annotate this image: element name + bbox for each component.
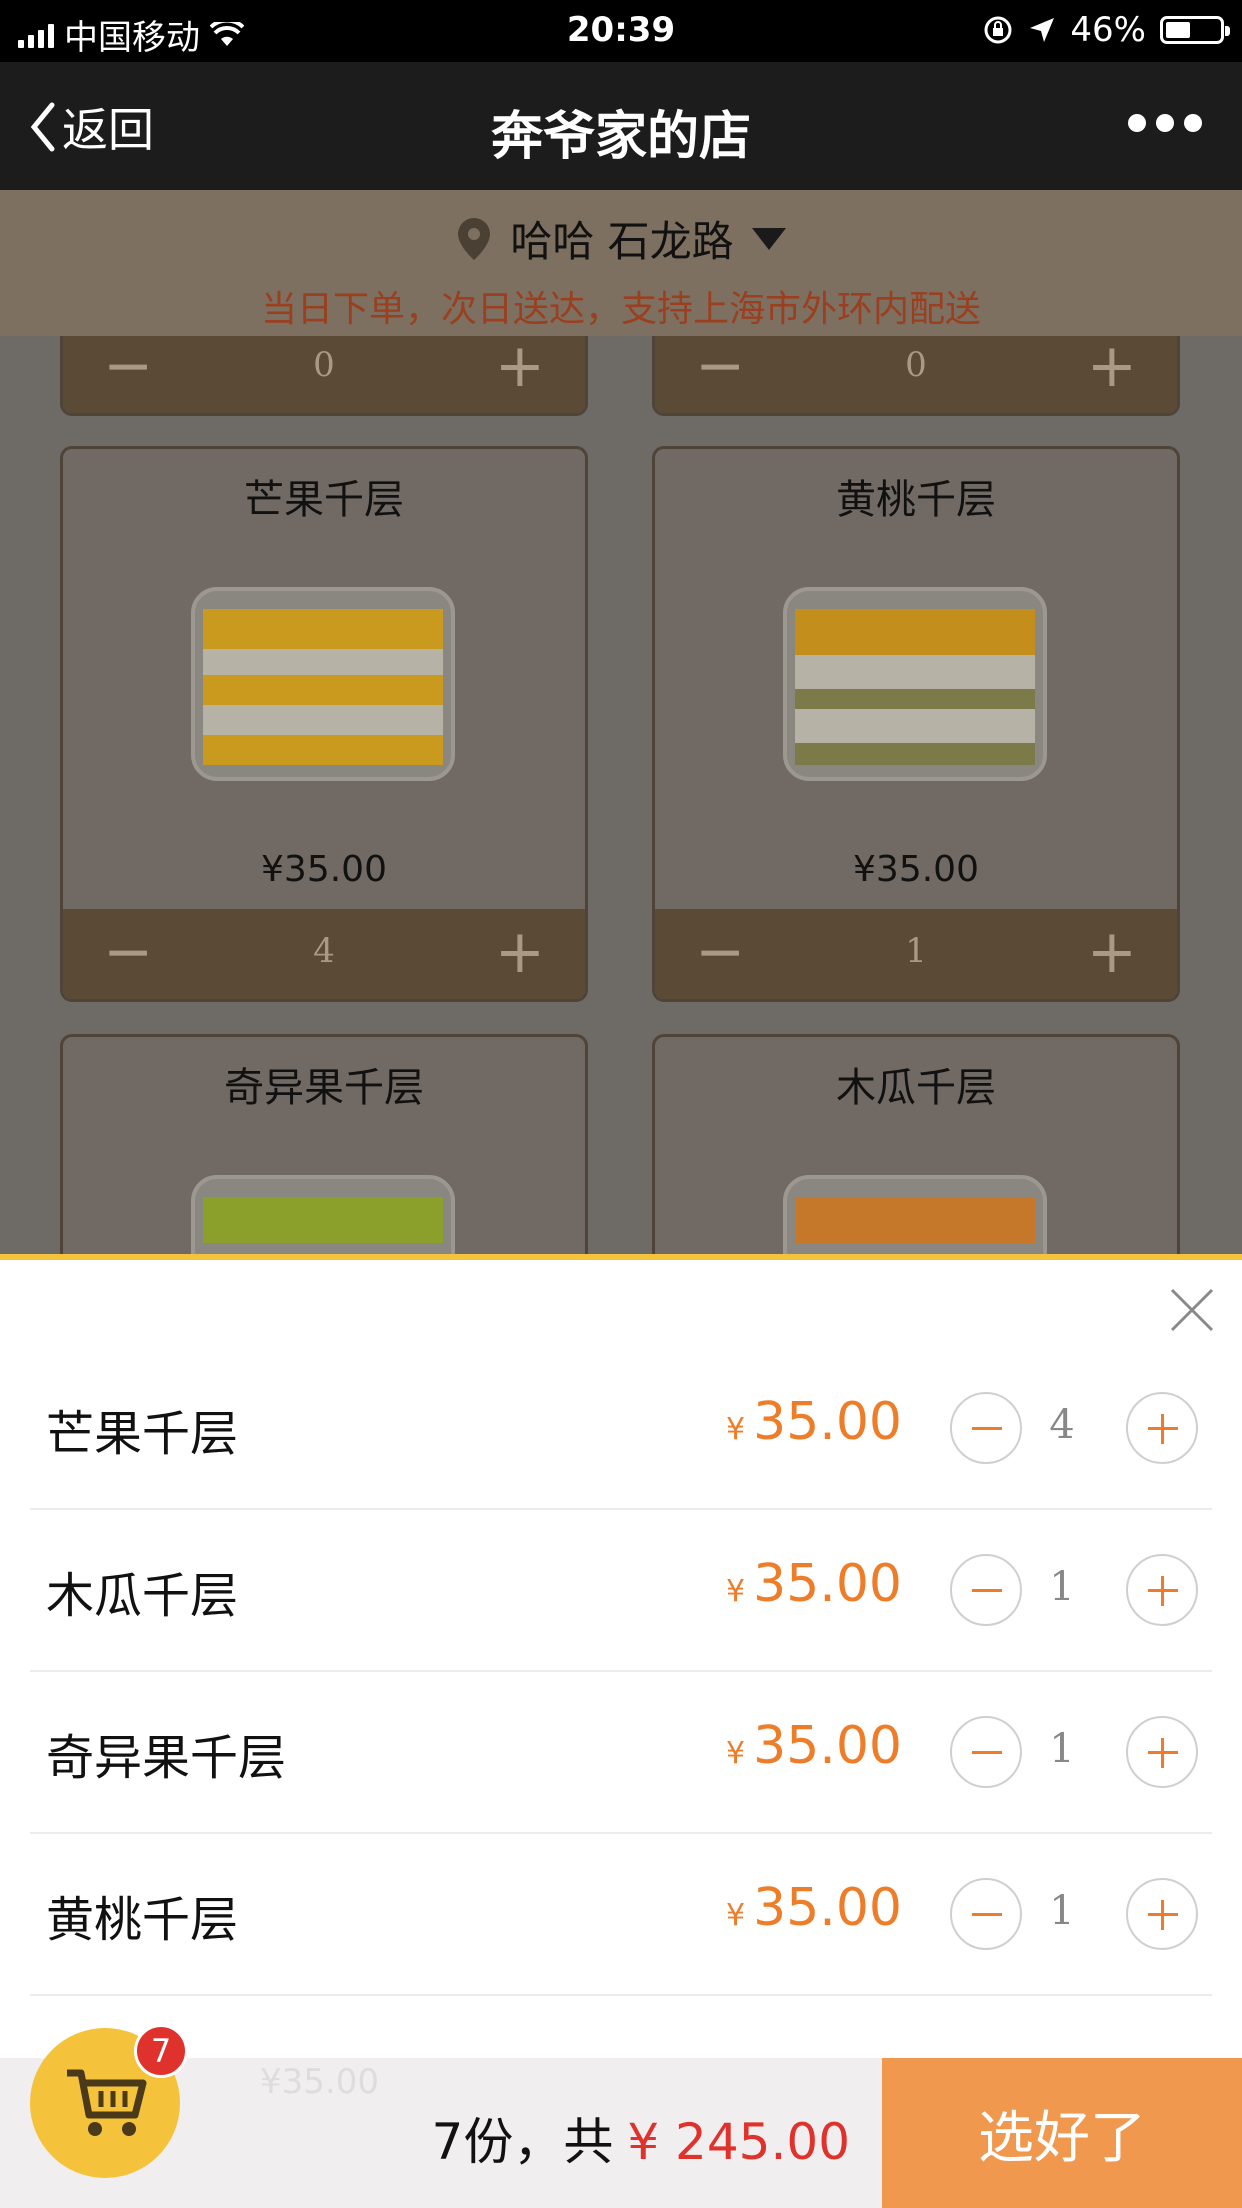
cart-item-price: ¥35.00 <box>726 1716 902 1776</box>
plus-icon-vertical <box>1161 1900 1164 1930</box>
increment-button[interactable] <box>1126 1392 1198 1464</box>
minus-icon <box>972 1913 1002 1916</box>
delivery-notice: 当日下单，次日送达，支持上海市外环内配送 <box>260 289 981 330</box>
decrement-button[interactable] <box>950 1392 1022 1464</box>
decrement-button[interactable] <box>950 1878 1022 1950</box>
cart-item: 黄桃千层 ¥35.00 1 <box>30 1832 1212 1996</box>
status-bar: 中国移动 20:39 46% <box>0 0 1242 62</box>
product-card-kiwi[interactable]: 奇异果千层 <box>60 1034 588 1260</box>
cart-item-qty: 1 <box>1049 1888 1075 1934</box>
product-name: 黄桃千层 <box>836 477 996 523</box>
cart-item: 木瓜千层 ¥35.00 1 <box>30 1508 1212 1672</box>
minus-icon <box>972 1589 1002 1592</box>
cart-item-price: ¥35.00 <box>726 1554 902 1614</box>
cart-item: 芒果千层 ¥35.00 4 <box>30 1346 1212 1510</box>
more-dot-icon <box>1184 114 1202 132</box>
caret-down-icon <box>751 227 786 250</box>
battery-level <box>1166 22 1190 38</box>
plus-icon-vertical <box>1161 1576 1164 1606</box>
cart-item-qty: 1 <box>1049 1726 1075 1772</box>
plus-icon-vertical <box>1161 1414 1164 1444</box>
yen-symbol: ¥ <box>726 1412 746 1447</box>
map-pin-icon <box>458 217 491 260</box>
shopping-cart-icon <box>67 2069 147 2136</box>
location-arrow-icon <box>1030 18 1055 42</box>
product-name: 芒果千层 <box>244 477 404 523</box>
cart-count-text: 7份，共 <box>431 2113 614 2171</box>
cart-summary: 7份，共 ¥ 245.00 <box>432 2102 850 2174</box>
product-price: ¥35.00 <box>261 849 387 890</box>
yen-symbol: ¥ <box>726 1736 746 1771</box>
cart-bar: ¥35.00 7份，共 ¥ 245.00 选好了 <box>0 2058 1242 2208</box>
rotation-lock-icon <box>984 16 1012 44</box>
more-button[interactable] <box>1128 114 1202 132</box>
cart-item-qty: 1 <box>1049 1564 1075 1610</box>
page-title: 奔爷家的店 <box>490 107 751 167</box>
mango-cake-image <box>191 587 455 781</box>
product-price: ¥35.00 <box>853 849 979 890</box>
cart-item-name: 芒果千层 <box>46 1406 239 1462</box>
checkout-button[interactable]: 选好了 <box>882 2058 1242 2208</box>
battery-percent: 46% <box>1070 10 1146 50</box>
product-card-papaya[interactable]: 木瓜千层 <box>652 1034 1180 1260</box>
increment-button[interactable] <box>1126 1554 1198 1626</box>
kiwi-cake-image <box>191 1175 455 1260</box>
product-stepper: − 0 + <box>655 323 1177 413</box>
cart-item-qty: 4 <box>1049 1402 1075 1448</box>
cart-item-name: 黄桃千层 <box>46 1892 239 1948</box>
cart-item-price-value: 35.00 <box>753 1392 902 1452</box>
product-name: 木瓜千层 <box>836 1065 996 1111</box>
cart-item-price-value: 35.00 <box>753 1878 902 1938</box>
product-page: 哈哈 石龙路 当日下单，次日送达，支持上海市外环内配送 − 0 + − 0 + … <box>0 190 1242 1260</box>
product-card-yellow-peach[interactable]: 黄桃千层 ¥35.00 − 1 + <box>652 446 1180 1002</box>
cart-item-price: ¥35.00 <box>726 1878 902 1938</box>
cart-item: 奇异果千层 ¥35.00 1 <box>30 1670 1212 1834</box>
minus-icon <box>972 1751 1002 1754</box>
battery-icon <box>1160 16 1230 44</box>
yen-symbol: ¥ <box>726 1898 746 1933</box>
decrement-button[interactable] <box>950 1554 1022 1626</box>
cart-item-price-value: 35.00 <box>753 1716 902 1776</box>
product-stepper: − 1 + <box>655 909 1177 999</box>
increment-button[interactable]: + <box>495 331 545 401</box>
cart-item-price: ¥35.00 <box>726 1392 902 1452</box>
product-stepper: − 4 + <box>63 909 585 999</box>
decrement-button[interactable] <box>950 1716 1022 1788</box>
cart-item-name: 奇异果千层 <box>46 1730 287 1786</box>
product-stepper: − 0 + <box>63 323 585 413</box>
cart-total: ¥ 245.00 <box>627 2113 850 2171</box>
yellow-peach-cake-image <box>783 587 1047 781</box>
cart-sheet: 芒果千层 ¥35.00 4 木瓜千层 ¥35.00 1 奇异果千层 ¥35.00… <box>0 1254 1242 2094</box>
cart-item-name: 木瓜千层 <box>46 1568 239 1624</box>
increment-button[interactable] <box>1126 1878 1198 1950</box>
yen-symbol: ¥ <box>726 1574 746 1609</box>
status-right: 46% <box>982 10 1230 50</box>
delivery-address: 哈哈 石龙路 <box>510 217 734 266</box>
increment-button[interactable] <box>1126 1716 1198 1788</box>
product-name: 奇异果千层 <box>224 1065 424 1111</box>
product-card-mango[interactable]: 芒果千层 ¥35.00 − 4 + <box>60 446 588 1002</box>
plus-icon-vertical <box>1161 1738 1164 1768</box>
more-dot-icon <box>1128 114 1146 132</box>
close-icon[interactable] <box>1168 1286 1216 1334</box>
increment-button[interactable]: + <box>1087 331 1137 401</box>
ghost-price: ¥35.00 <box>260 2062 379 2102</box>
increment-button[interactable]: + <box>495 917 545 987</box>
more-dot-icon <box>1156 114 1174 132</box>
location-banner: 哈哈 石龙路 当日下单，次日送达，支持上海市外环内配送 <box>0 190 1242 336</box>
nav-bar: 返回 奔爷家的店 <box>0 62 1242 190</box>
minus-icon <box>972 1427 1002 1430</box>
increment-button[interactable]: + <box>1087 917 1137 987</box>
location-selector[interactable]: 哈哈 石龙路 <box>0 208 1242 269</box>
papaya-cake-image <box>783 1175 1047 1260</box>
cart-badge: 7 <box>134 2024 188 2078</box>
cart-item-price-value: 35.00 <box>753 1554 902 1614</box>
